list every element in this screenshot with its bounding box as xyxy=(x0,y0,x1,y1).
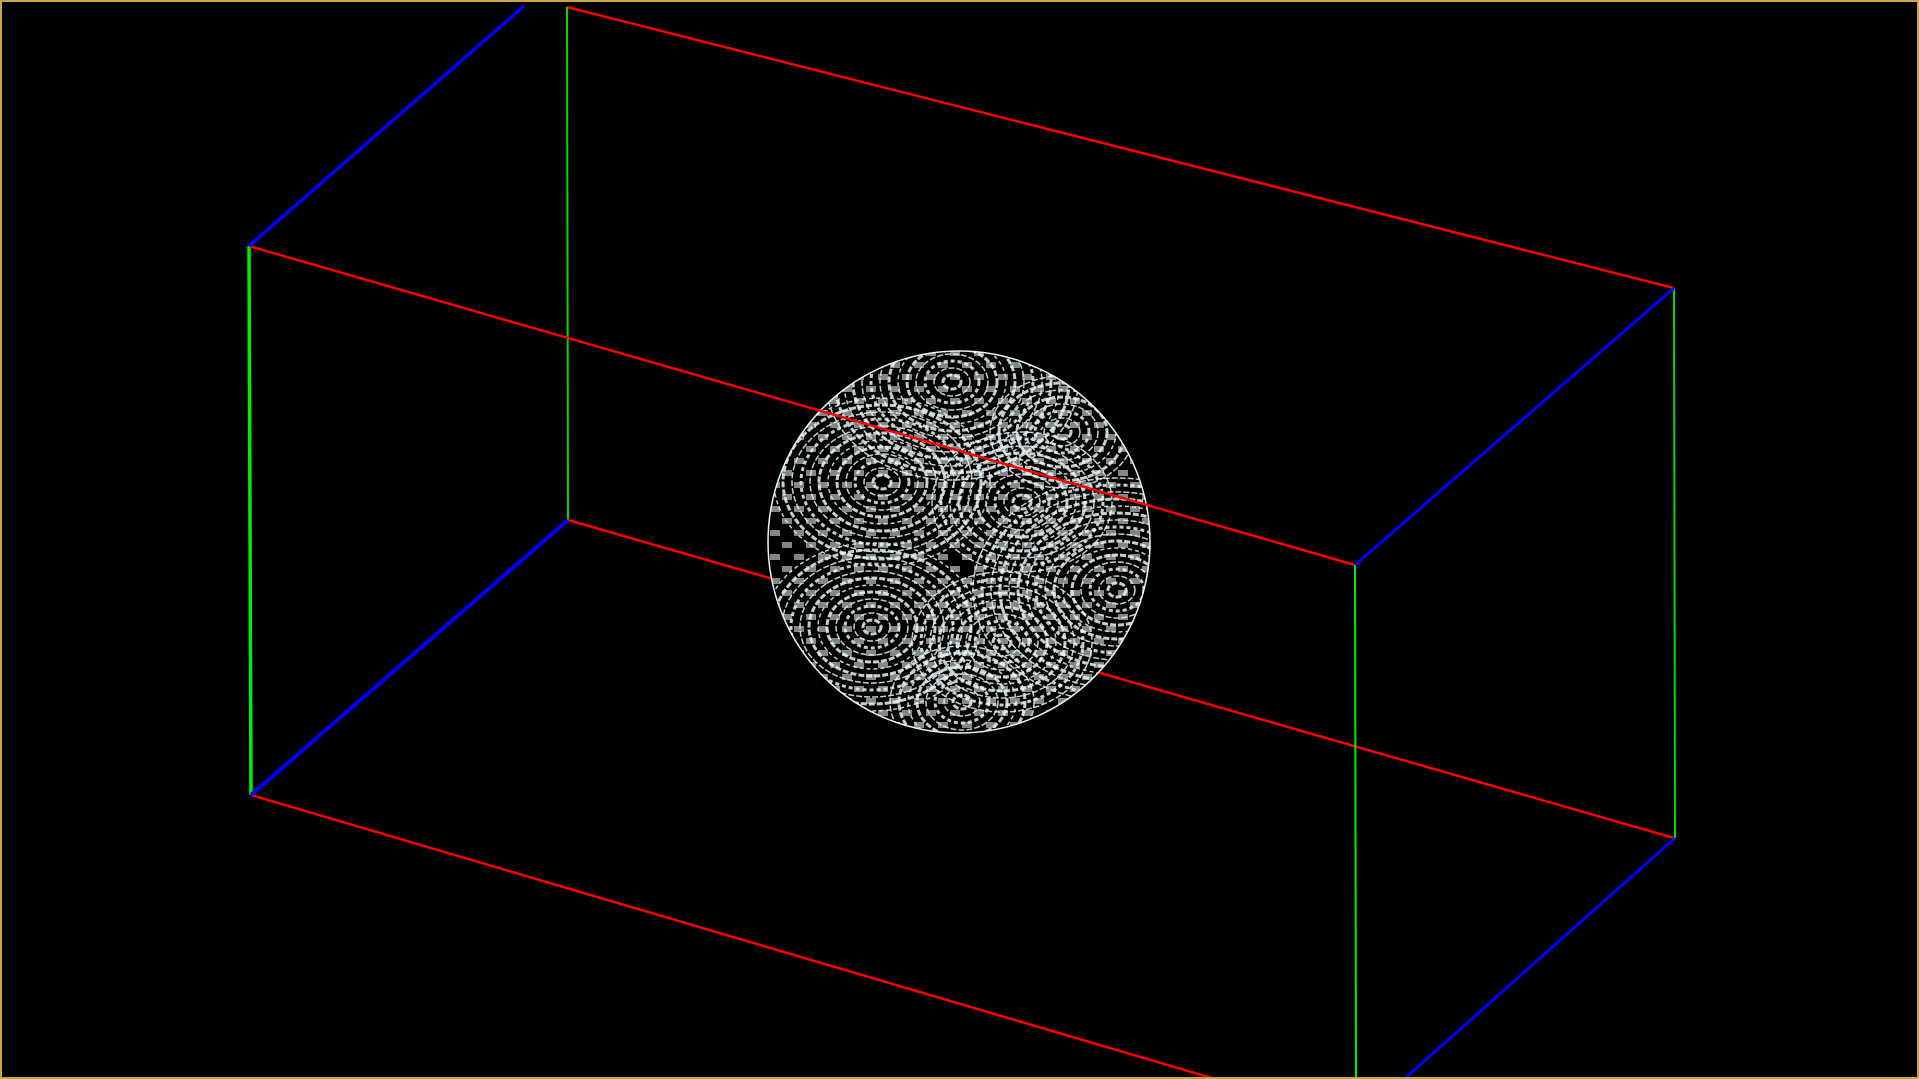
box-edge-bottom-right-z xyxy=(1404,836,1676,1077)
box-edge-top-right-z xyxy=(1354,286,1675,567)
box-edge-front-left-y xyxy=(247,245,253,796)
box-edge-front-right-y xyxy=(1354,564,1357,1077)
3d-viewport[interactable] xyxy=(0,0,1919,1079)
box-edge-back-top-x xyxy=(566,5,1675,290)
box-edge-bottom-left-z xyxy=(249,518,570,797)
wireframe-box-back xyxy=(566,5,1676,840)
box-edge-back-left-y xyxy=(566,6,569,521)
box-edge-top-left-z xyxy=(247,4,526,248)
box-edge-back-right-y xyxy=(1673,287,1676,839)
scene-canvas[interactable] xyxy=(2,2,1919,1079)
sphere[interactable] xyxy=(764,284,1261,758)
sphere-moire-pattern xyxy=(768,351,1150,733)
box-edge-front-bottom-x xyxy=(250,793,1213,1077)
